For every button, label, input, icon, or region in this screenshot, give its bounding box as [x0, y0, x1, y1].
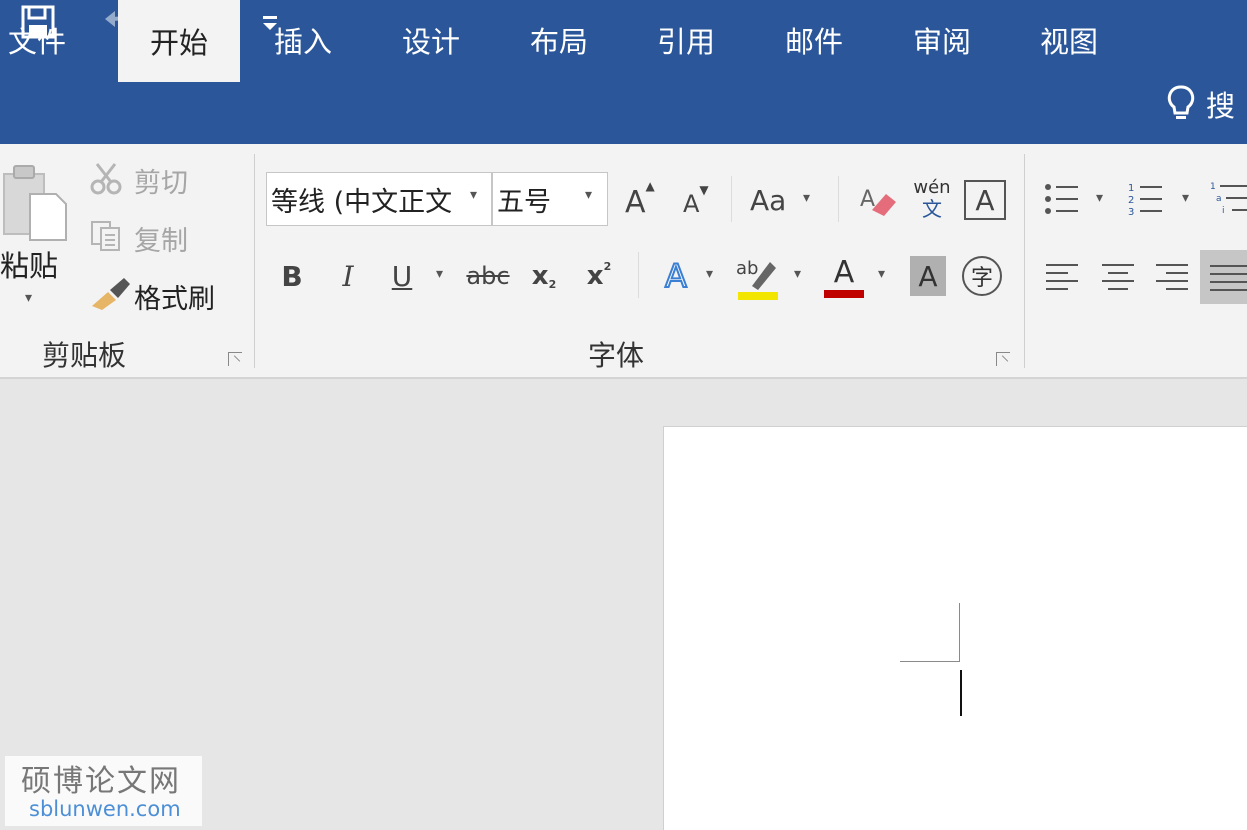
highlight-dropdown-arrow[interactable]: ▾ [794, 266, 801, 282]
cut-button[interactable]: 剪切 [134, 162, 188, 199]
margin-corner-mark [959, 603, 960, 662]
font-color-button[interactable]: A [822, 252, 866, 302]
tab-review[interactable]: 审阅 [913, 0, 971, 80]
watermark: 硕博论文网 sblunwen.com [5, 756, 202, 826]
tell-me-box[interactable]: 搜 [1166, 64, 1235, 144]
scissors-icon [88, 160, 124, 196]
underline-dropdown-arrow[interactable]: ▾ [436, 266, 443, 282]
text-cursor [960, 670, 962, 716]
underline-button[interactable]: U [388, 256, 416, 296]
numbering-dropdown-arrow[interactable]: ▾ [1182, 190, 1189, 206]
tab-design[interactable]: 设计 [402, 0, 460, 80]
copy-button[interactable]: 复制 [134, 220, 188, 257]
shrink-font-button[interactable]: A ▼ [683, 183, 709, 224]
enclose-characters-button[interactable]: 字 [962, 256, 1002, 296]
font-color-dropdown-arrow[interactable]: ▾ [878, 266, 885, 282]
svg-text:i: i [1222, 206, 1225, 216]
justify-icon[interactable] [1200, 250, 1247, 304]
font-color-swatch [824, 290, 864, 298]
tab-home[interactable]: 开始 [118, 0, 240, 82]
phonetic-bottom: 文 [922, 197, 942, 221]
grow-font-button[interactable]: A ▲ [625, 179, 655, 224]
paste-label[interactable]: 粘贴 [0, 246, 58, 283]
font-size-dropdown-arrow[interactable]: ▾ [585, 187, 592, 203]
character-border-button[interactable]: A [964, 180, 1006, 220]
change-case-dropdown-arrow[interactable]: ▾ [803, 190, 810, 206]
divider [838, 176, 839, 222]
font-name-dropdown-arrow[interactable]: ▾ [470, 187, 477, 203]
watermark-url: sblunwen.com [29, 797, 181, 821]
watermark-title: 硕博论文网 [21, 764, 181, 799]
text-effects-dropdown-arrow[interactable]: ▾ [706, 266, 713, 282]
align-left-icon[interactable] [1042, 256, 1082, 296]
margin-corner-mark [900, 661, 960, 662]
change-case-button[interactable]: Aa [750, 180, 786, 220]
font-size-value: 五号 [497, 186, 551, 218]
strikethrough-button[interactable]: abc [466, 256, 510, 296]
character-shading-button[interactable]: A [910, 256, 946, 296]
document-page[interactable] [663, 426, 1247, 830]
tab-references[interactable]: 引用 [657, 0, 715, 80]
font-group-label: 字体 [588, 339, 645, 372]
svg-text:a: a [1216, 194, 1222, 204]
group-divider [1024, 154, 1025, 368]
svg-text:ab: ab [736, 258, 758, 279]
bullets-dropdown-arrow[interactable]: ▾ [1096, 190, 1103, 206]
svg-text:1: 1 [1128, 183, 1134, 194]
highlight-icon[interactable]: ab [734, 252, 782, 302]
clipboard-group-label: 剪贴板 [42, 339, 127, 372]
group-divider [254, 154, 255, 368]
divider [731, 176, 732, 222]
paste-icon[interactable] [0, 160, 70, 244]
clear-formatting-icon[interactable]: A [856, 178, 900, 222]
tab-insert[interactable]: 插入 [274, 0, 332, 80]
bullets-icon[interactable] [1042, 176, 1082, 222]
copy-icon [88, 218, 124, 254]
tab-layout[interactable]: 布局 [530, 0, 588, 80]
bold-button[interactable]: B [278, 256, 306, 296]
svg-text:2: 2 [1128, 195, 1134, 206]
text-effects-button[interactable]: A [656, 254, 696, 298]
italic-button[interactable]: I [334, 256, 362, 296]
subscript-button[interactable]: x2 [528, 256, 560, 296]
divider [638, 252, 639, 298]
font-size-combo[interactable]: 五号 ▾ [492, 172, 608, 226]
tab-view[interactable]: 视图 [1040, 0, 1098, 80]
svg-text:3: 3 [1128, 207, 1134, 218]
format-painter-button[interactable]: 格式刷 [134, 278, 215, 315]
svg-text:1: 1 [1210, 182, 1216, 192]
multilevel-list-icon[interactable]: 1ai [1208, 176, 1247, 222]
font-name-combo[interactable]: 等线 (中文正文 ▾ [266, 172, 492, 226]
tab-file[interactable]: 文件 [8, 0, 66, 80]
tab-mailings[interactable]: 邮件 [785, 0, 843, 80]
phonetic-guide-button[interactable]: wén 文 [908, 174, 956, 224]
tell-me-label: 搜 [1206, 89, 1236, 123]
grow-font-arrow-icon: ▲ [645, 179, 655, 193]
svg-text:A: A [860, 187, 875, 212]
lightbulb-icon [1167, 85, 1195, 119]
phonetic-top: wén [913, 177, 951, 198]
font-name-value: 等线 (中文正文 [271, 186, 453, 218]
clipboard-launcher-icon[interactable] [228, 352, 242, 366]
font-launcher-icon[interactable] [996, 352, 1010, 366]
paste-dropdown-arrow[interactable]: ▾ [25, 290, 32, 306]
format-painter-icon [88, 276, 132, 312]
align-center-icon[interactable] [1098, 256, 1138, 296]
align-right-icon[interactable] [1152, 256, 1192, 296]
shrink-font-arrow-icon: ▼ [699, 183, 709, 197]
numbering-icon[interactable]: 123 [1124, 176, 1168, 222]
superscript-button[interactable]: x2 [582, 256, 616, 296]
